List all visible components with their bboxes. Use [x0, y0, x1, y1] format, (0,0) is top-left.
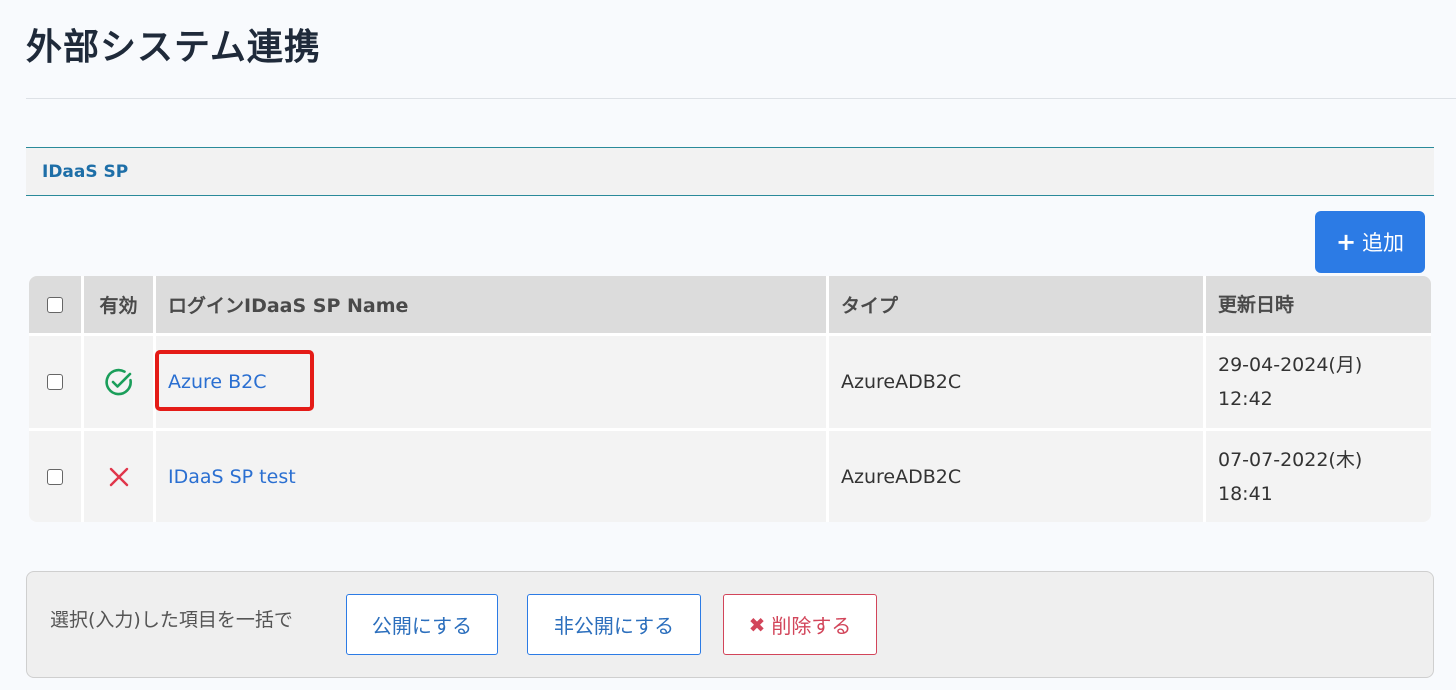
column-header-type[interactable]: タイプ: [829, 276, 1206, 333]
title-divider: [26, 98, 1456, 99]
type-cell: AzureADB2C: [829, 431, 1206, 522]
column-header-name[interactable]: ログインIDaaS SP Name: [156, 276, 829, 333]
updated-time: 18:41: [1218, 482, 1273, 505]
publish-button[interactable]: 公開にする: [346, 594, 498, 655]
section-header: IDaaS SP: [26, 147, 1434, 196]
enabled-cell: [84, 431, 156, 522]
column-header-updated[interactable]: 更新日時: [1206, 276, 1431, 333]
x-mark-icon: [109, 467, 128, 486]
row-checkbox[interactable]: [47, 468, 63, 485]
add-button-label: 追加: [1362, 231, 1405, 255]
delete-button[interactable]: ✖ 削除する: [723, 594, 877, 655]
row-checkbox-cell: [29, 431, 84, 522]
updated-cell: 07-07-2022(木) 18:41: [1206, 431, 1431, 522]
unpublish-button[interactable]: 非公開にする: [527, 594, 701, 655]
bulk-action-label: 選択(入力)した項目を一括で: [50, 609, 293, 631]
row-checkbox[interactable]: [47, 374, 63, 390]
updated-date: 07-07-2022(木): [1218, 448, 1363, 471]
page-title: 外部システム連携: [26, 27, 321, 68]
bulk-action-panel: 選択(入力)した項目を一括で 公開にする 非公開にする ✖ 削除する: [26, 571, 1434, 678]
enabled-cell: [84, 336, 156, 428]
highlight-box: [155, 350, 314, 411]
select-all-checkbox[interactable]: [47, 296, 63, 313]
check-circle-icon: [104, 368, 132, 396]
delete-icon: ✖: [748, 612, 766, 637]
table-row: IDaaS SP test AzureADB2C 07-07-2022(木) 1…: [29, 431, 1431, 522]
column-header-enabled[interactable]: 有効: [84, 276, 156, 333]
name-cell: IDaaS SP test: [156, 431, 829, 522]
select-all-cell: [29, 276, 84, 333]
add-button[interactable]: + 追加: [1315, 211, 1425, 273]
plus-icon: +: [1335, 228, 1357, 256]
updated-date: 29-04-2024(月): [1218, 354, 1363, 376]
row-checkbox-cell: [29, 336, 84, 428]
table-header-row: 有効 ログインIDaaS SP Name タイプ 更新日時: [29, 276, 1431, 333]
section-title: IDaaS SP: [42, 161, 129, 182]
sp-name-link[interactable]: IDaaS SP test: [168, 466, 296, 488]
updated-time: 12:42: [1218, 388, 1273, 410]
updated-cell: 29-04-2024(月) 12:42: [1206, 336, 1431, 428]
type-cell: AzureADB2C: [829, 336, 1206, 428]
delete-button-label: 削除する: [771, 614, 852, 638]
